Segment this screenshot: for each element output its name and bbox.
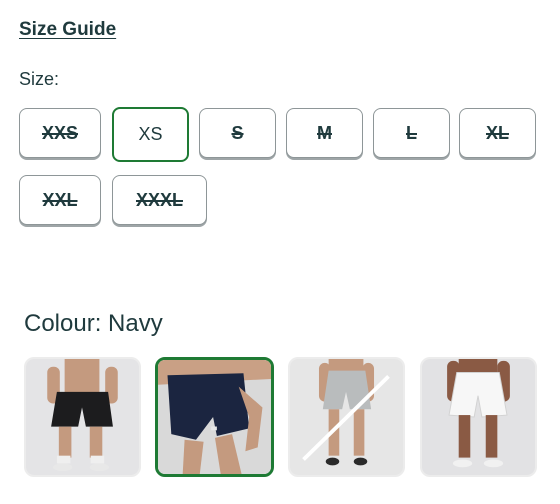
colour-swatch-grey[interactable] [288, 357, 405, 477]
size-guide-link[interactable]: Size Guide [19, 19, 116, 41]
product-image-navy-shorts [158, 360, 271, 474]
colour-swatch-white[interactable] [420, 357, 537, 477]
product-image-grey-shorts [290, 359, 403, 475]
product-image-black-shorts [26, 359, 139, 475]
size-label: Size: [19, 69, 60, 89]
size-option-xs[interactable]: XS [112, 107, 189, 162]
size-option-xxxl[interactable]: XXXL [112, 175, 207, 225]
size-option-xl[interactable]: XL [459, 108, 536, 158]
colour-label: Colour: Navy [24, 310, 163, 337]
colour-swatch-navy[interactable] [155, 357, 274, 477]
size-option-l[interactable]: L [373, 108, 450, 158]
colour-swatch-black[interactable] [24, 357, 141, 477]
product-image-white-shorts [422, 359, 535, 475]
size-option-xxs[interactable]: XXS [19, 108, 101, 158]
size-option-m[interactable]: M [286, 108, 363, 158]
size-option-xxl[interactable]: XXL [19, 175, 101, 225]
size-option-s[interactable]: S [199, 108, 276, 158]
